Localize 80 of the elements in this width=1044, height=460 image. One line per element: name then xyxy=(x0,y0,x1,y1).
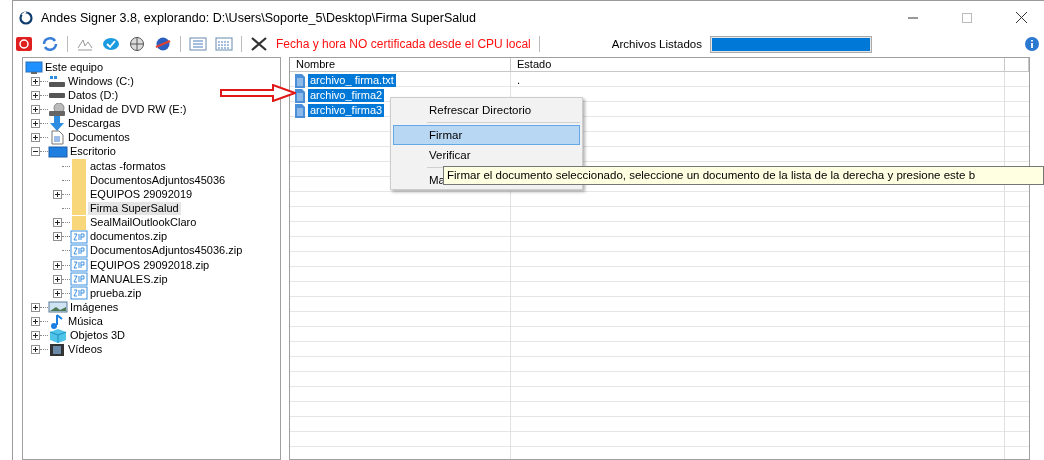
desktop-icon xyxy=(48,145,68,158)
expand-toggle-icon[interactable] xyxy=(53,189,62,199)
tree-item[interactable]: Windows (C:) xyxy=(66,74,136,88)
expand-toggle-icon[interactable] xyxy=(53,218,62,228)
document-icon xyxy=(48,130,66,146)
expand-toggle-icon[interactable] xyxy=(31,119,40,129)
expand-toggle-icon[interactable] xyxy=(31,133,40,143)
zip-file-icon xyxy=(70,229,88,244)
file-name[interactable]: archivo_firma2 xyxy=(308,89,385,102)
tree-item[interactable]: documentos.zip xyxy=(88,230,170,244)
expand-toggle-icon[interactable] xyxy=(53,288,62,298)
disc-drive-icon xyxy=(48,103,66,116)
tree-item[interactable]: Firma SuperSalud xyxy=(88,201,181,215)
globe-icon[interactable] xyxy=(128,36,146,52)
tree-item[interactable]: EQUIPOS 29092019 xyxy=(88,187,195,201)
check-badge-icon[interactable] xyxy=(102,36,120,52)
certification-warning: Fecha y hora NO certificada desde el CPU local xyxy=(276,37,531,51)
expand-toggle-icon[interactable] xyxy=(53,274,62,284)
tree-item[interactable]: EQUIPOS 29092018.zip xyxy=(88,258,212,272)
file-name[interactable]: archivo_firma3 xyxy=(308,104,385,117)
info-icon[interactable] xyxy=(1024,36,1040,52)
expand-toggle-icon[interactable] xyxy=(31,105,40,114)
collapse-toggle-icon[interactable] xyxy=(31,147,40,157)
tree-item[interactable]: actas -formatos xyxy=(88,159,168,173)
zip-file-icon xyxy=(70,272,88,287)
tree-item[interactable]: Documentos xyxy=(66,131,132,145)
zip-file-icon xyxy=(70,286,88,301)
zip-file-icon xyxy=(70,243,88,258)
computer-icon xyxy=(25,60,43,74)
tree-item[interactable]: Música xyxy=(66,315,105,329)
menu-item[interactable]: Firmar xyxy=(393,125,580,145)
tree-item[interactable]: Objetos 3D xyxy=(68,329,128,343)
expand-toggle-icon[interactable] xyxy=(31,76,40,86)
tree-item[interactable]: Imágenes xyxy=(68,300,121,314)
image-icon xyxy=(48,301,68,314)
minimize-icon[interactable] xyxy=(908,16,918,19)
expand-toggle-icon[interactable] xyxy=(53,260,62,270)
tooltip: Firmar el documento seleccionado, seleccione un documento de la lista de la derecha y presione este b xyxy=(443,166,1044,185)
download-arrow-icon xyxy=(48,116,66,132)
expand-toggle-icon[interactable] xyxy=(31,345,40,355)
app-logo-icon xyxy=(19,10,33,25)
tree-item[interactable]: DocumentosAdjuntos45036.zip xyxy=(88,244,245,258)
tree-item[interactable]: Descargas xyxy=(66,117,123,131)
window-title: Andes Signer 3.8, explorando: D:\Users\Soporte_5\Desktop\Firma SuperSalud xyxy=(41,10,477,25)
expand-toggle-icon[interactable] xyxy=(31,331,40,341)
expand-toggle-icon[interactable] xyxy=(31,90,40,100)
tree-item[interactable]: prueba.zip xyxy=(88,286,144,300)
text-file-icon xyxy=(294,88,306,103)
tree-item[interactable]: Este equipo xyxy=(43,60,106,74)
refresh-icon[interactable] xyxy=(41,36,59,52)
drive-icon xyxy=(48,92,66,98)
power-icon[interactable] xyxy=(15,36,33,52)
folder-icon xyxy=(70,201,88,216)
expand-toggle-icon[interactable] xyxy=(31,302,40,312)
drive-icon xyxy=(48,74,66,88)
tree-item[interactable]: Unidad de DVD RW (E:) xyxy=(66,103,189,116)
menu-item[interactable]: Verificar xyxy=(393,145,580,165)
cube-icon xyxy=(48,328,68,344)
expand-toggle-icon[interactable] xyxy=(53,232,62,242)
zip-file-icon xyxy=(70,258,88,273)
text-file-icon xyxy=(294,103,306,118)
tree-item[interactable]: DocumentosAdjuntos45036 xyxy=(88,173,228,187)
tree-item[interactable]: Datos (D:) xyxy=(66,88,121,102)
tree-item[interactable]: SealMailOutlookClaro xyxy=(88,216,199,230)
close-icon[interactable] xyxy=(1015,12,1027,23)
file-name[interactable]: archivo_ firma.txt xyxy=(308,74,396,87)
folder-icon xyxy=(70,215,88,230)
menu-item[interactable]: Refrescar Directorio xyxy=(393,100,580,120)
column-header[interactable]: Nombre xyxy=(290,58,511,71)
planet-icon[interactable] xyxy=(154,36,172,52)
column-header[interactable]: Estado xyxy=(511,58,1005,71)
tree-item[interactable]: MANUALES.zip xyxy=(88,272,170,286)
text-file-icon xyxy=(294,73,306,88)
tree-item[interactable]: Escritorio xyxy=(68,145,118,159)
tree-item[interactable]: Vídeos xyxy=(66,343,105,357)
progress-label: Archivos Listados xyxy=(611,38,702,50)
status-text: . xyxy=(517,74,521,86)
expand-toggle-icon[interactable] xyxy=(31,317,40,327)
film-icon xyxy=(48,342,66,357)
folder-icon xyxy=(70,159,88,174)
